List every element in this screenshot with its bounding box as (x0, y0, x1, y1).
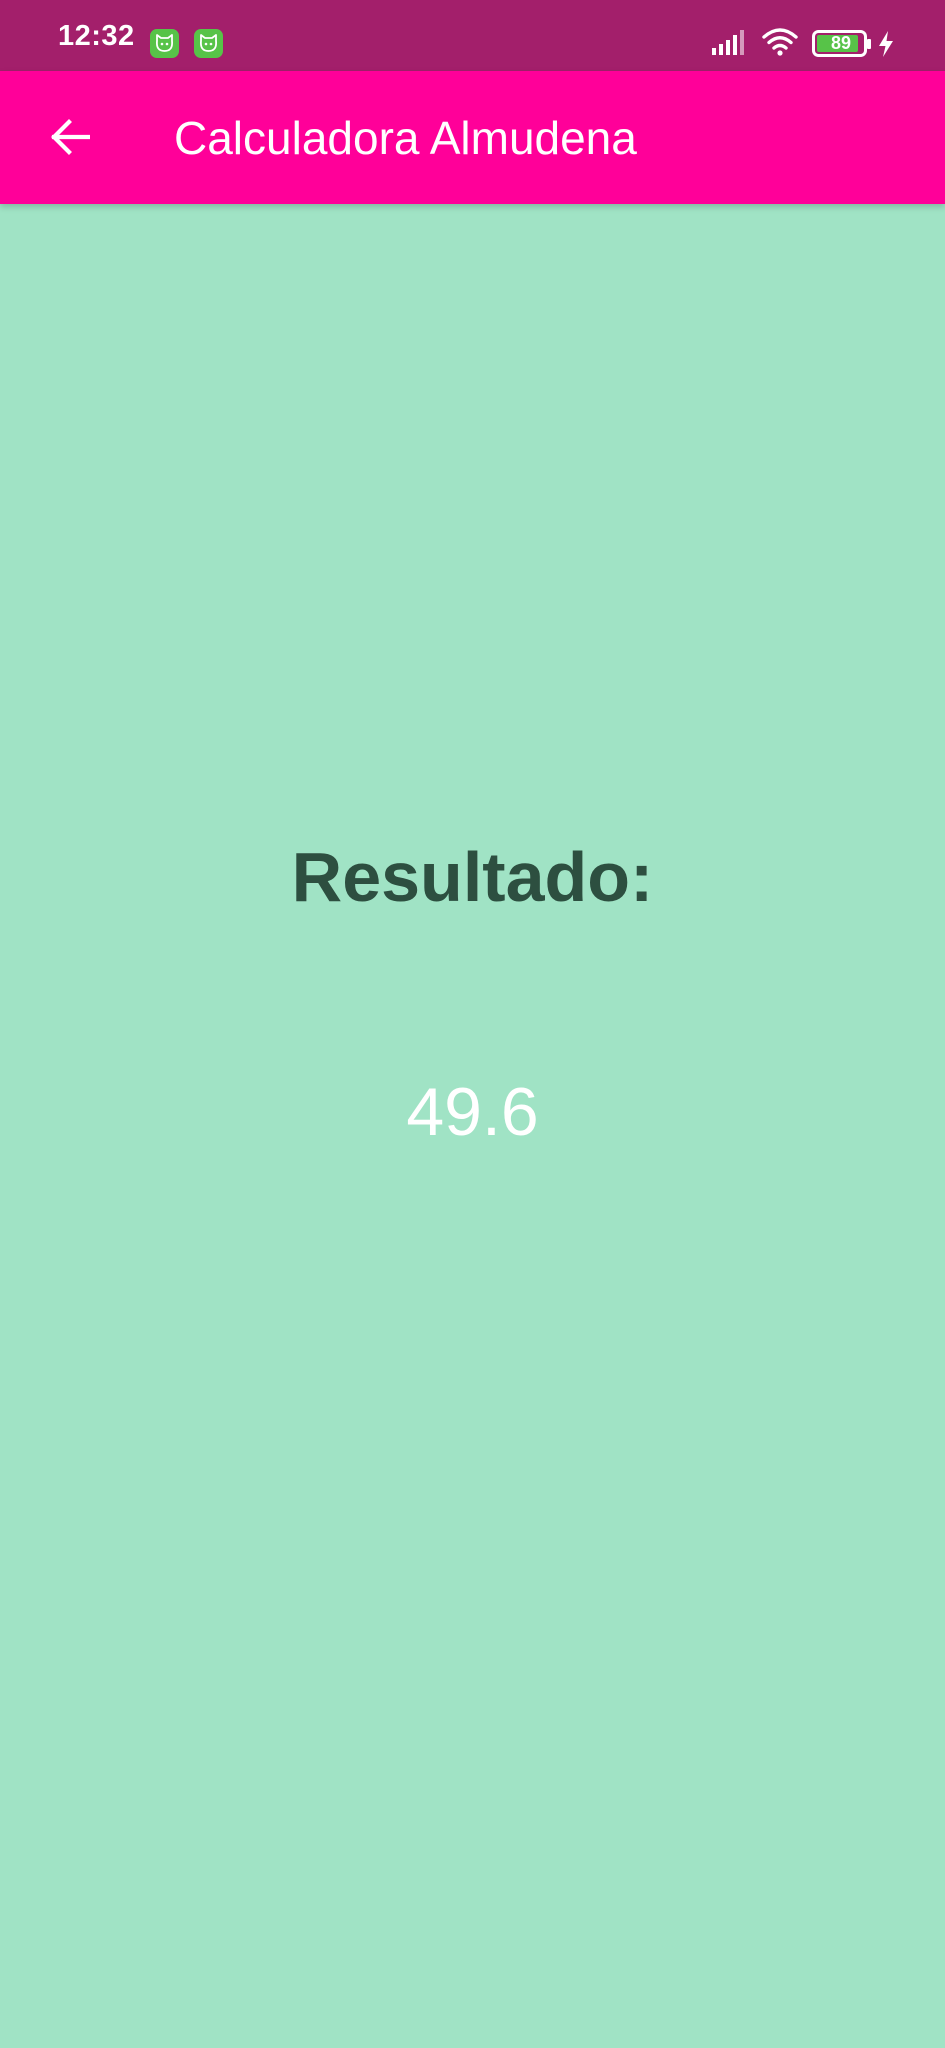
cat-app-notification-icon (150, 29, 179, 58)
screen: 12:32 89 Calculadora Almudena Resultado:… (0, 0, 945, 2048)
app-title: Calculadora Almudena (174, 112, 637, 164)
cat-app-notification-icon (194, 29, 223, 58)
arrow-left-icon (51, 119, 90, 155)
battery-level: 89 (830, 33, 852, 53)
result-value: 49.6 (406, 1074, 539, 1150)
app-bar: Calculadora Almudena (0, 71, 945, 204)
status-time: 12:32 (58, 20, 135, 52)
charging-icon (876, 30, 896, 63)
back-button[interactable] (30, 97, 110, 177)
wifi-icon (762, 27, 798, 62)
status-bar: 12:32 89 (0, 0, 945, 71)
result-label: Resultado: (291, 838, 654, 916)
signal-icon (712, 29, 748, 60)
